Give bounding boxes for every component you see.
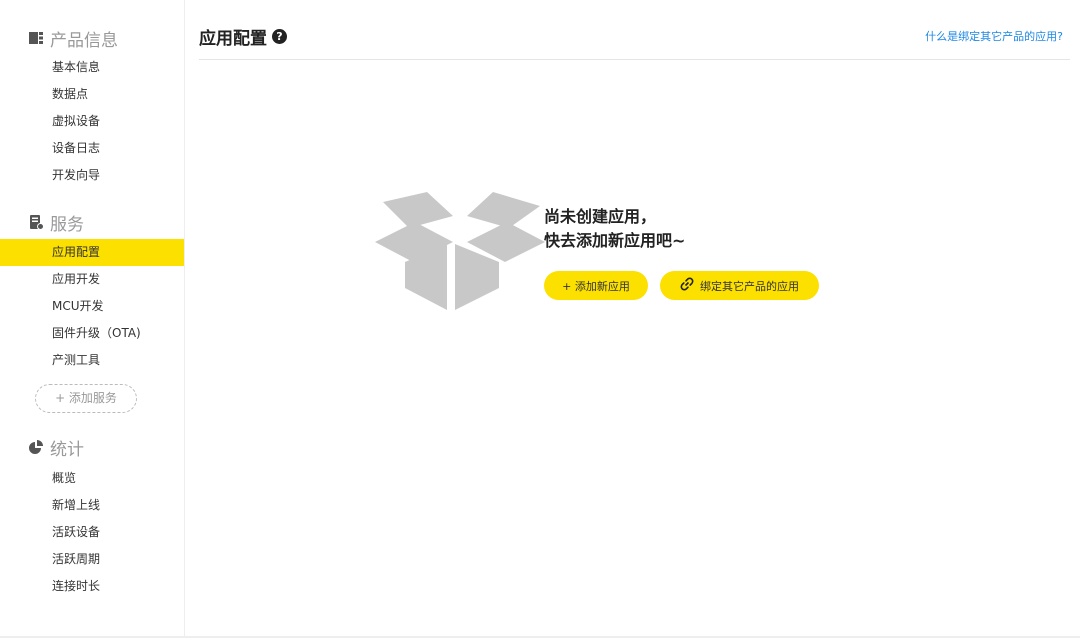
header-divider (199, 59, 1070, 60)
sidebar-item-device-log[interactable]: 设备日志 (0, 135, 184, 162)
sidebar: 产品信息 基本信息 数据点 虚拟设备 设备日志 开发向导 服务 应用配置 应用开… (0, 0, 185, 636)
sidebar-item-ota[interactable]: 固件升级（OTA) (0, 320, 184, 347)
open-box-icon (375, 190, 545, 312)
page-title: 应用配置 ? (199, 24, 287, 49)
sidebar-item-new-online[interactable]: 新增上线 (0, 492, 184, 519)
section-service-title: 服务 (50, 214, 84, 235)
sidebar-item-virtual-device[interactable]: 虚拟设备 (0, 108, 184, 135)
pie-chart-icon (28, 439, 44, 455)
bind-app-button-label: 绑定其它产品的应用 (700, 279, 799, 293)
empty-message: 尚未创建应用， 快去添加新应用吧~ (544, 205, 685, 253)
link-icon (680, 277, 694, 294)
sidebar-item-basic-info[interactable]: 基本信息 (0, 54, 184, 81)
question-circle-icon[interactable]: ? (272, 28, 287, 44)
sidebar-item-app-dev[interactable]: 应用开发 (0, 266, 184, 293)
server-icon (28, 214, 44, 230)
sidebar-item-active-period[interactable]: 活跃周期 (0, 546, 184, 573)
add-service-button[interactable]: + 添加服务 (35, 384, 137, 413)
section-service: 服务 (28, 210, 84, 235)
add-app-button-label: + 添加新应用 (562, 279, 630, 293)
add-app-button[interactable]: + 添加新应用 (544, 271, 648, 300)
sidebar-item-overview[interactable]: 概览 (0, 465, 184, 492)
app: 产品信息 基本信息 数据点 虚拟设备 设备日志 开发向导 服务 应用配置 应用开… (0, 0, 1080, 638)
section-stats-title: 统计 (50, 439, 84, 460)
page-title-text: 应用配置 (199, 28, 267, 49)
bind-app-button[interactable]: 绑定其它产品的应用 (660, 271, 819, 300)
empty-message-line2: 快去添加新应用吧~ (544, 231, 686, 250)
sidebar-item-test-tool[interactable]: 产测工具 (0, 347, 184, 374)
section-product: 产品信息 (28, 26, 118, 51)
sidebar-item-dev-guide[interactable]: 开发向导 (0, 162, 184, 189)
sidebar-item-app-config[interactable]: 应用配置 (0, 239, 184, 266)
section-product-title: 产品信息 (50, 30, 118, 51)
sidebar-item-mcu-dev[interactable]: MCU开发 (0, 293, 184, 320)
grid-icon (28, 30, 44, 46)
section-stats: 统计 (28, 435, 84, 460)
sidebar-item-connect-duration[interactable]: 连接时长 (0, 573, 184, 600)
sidebar-item-datapoints[interactable]: 数据点 (0, 81, 184, 108)
bind-help-link[interactable]: 什么是绑定其它产品的应用? (925, 28, 1063, 44)
sidebar-item-active-devices[interactable]: 活跃设备 (0, 519, 184, 546)
empty-message-line1: 尚未创建应用， (544, 207, 657, 226)
